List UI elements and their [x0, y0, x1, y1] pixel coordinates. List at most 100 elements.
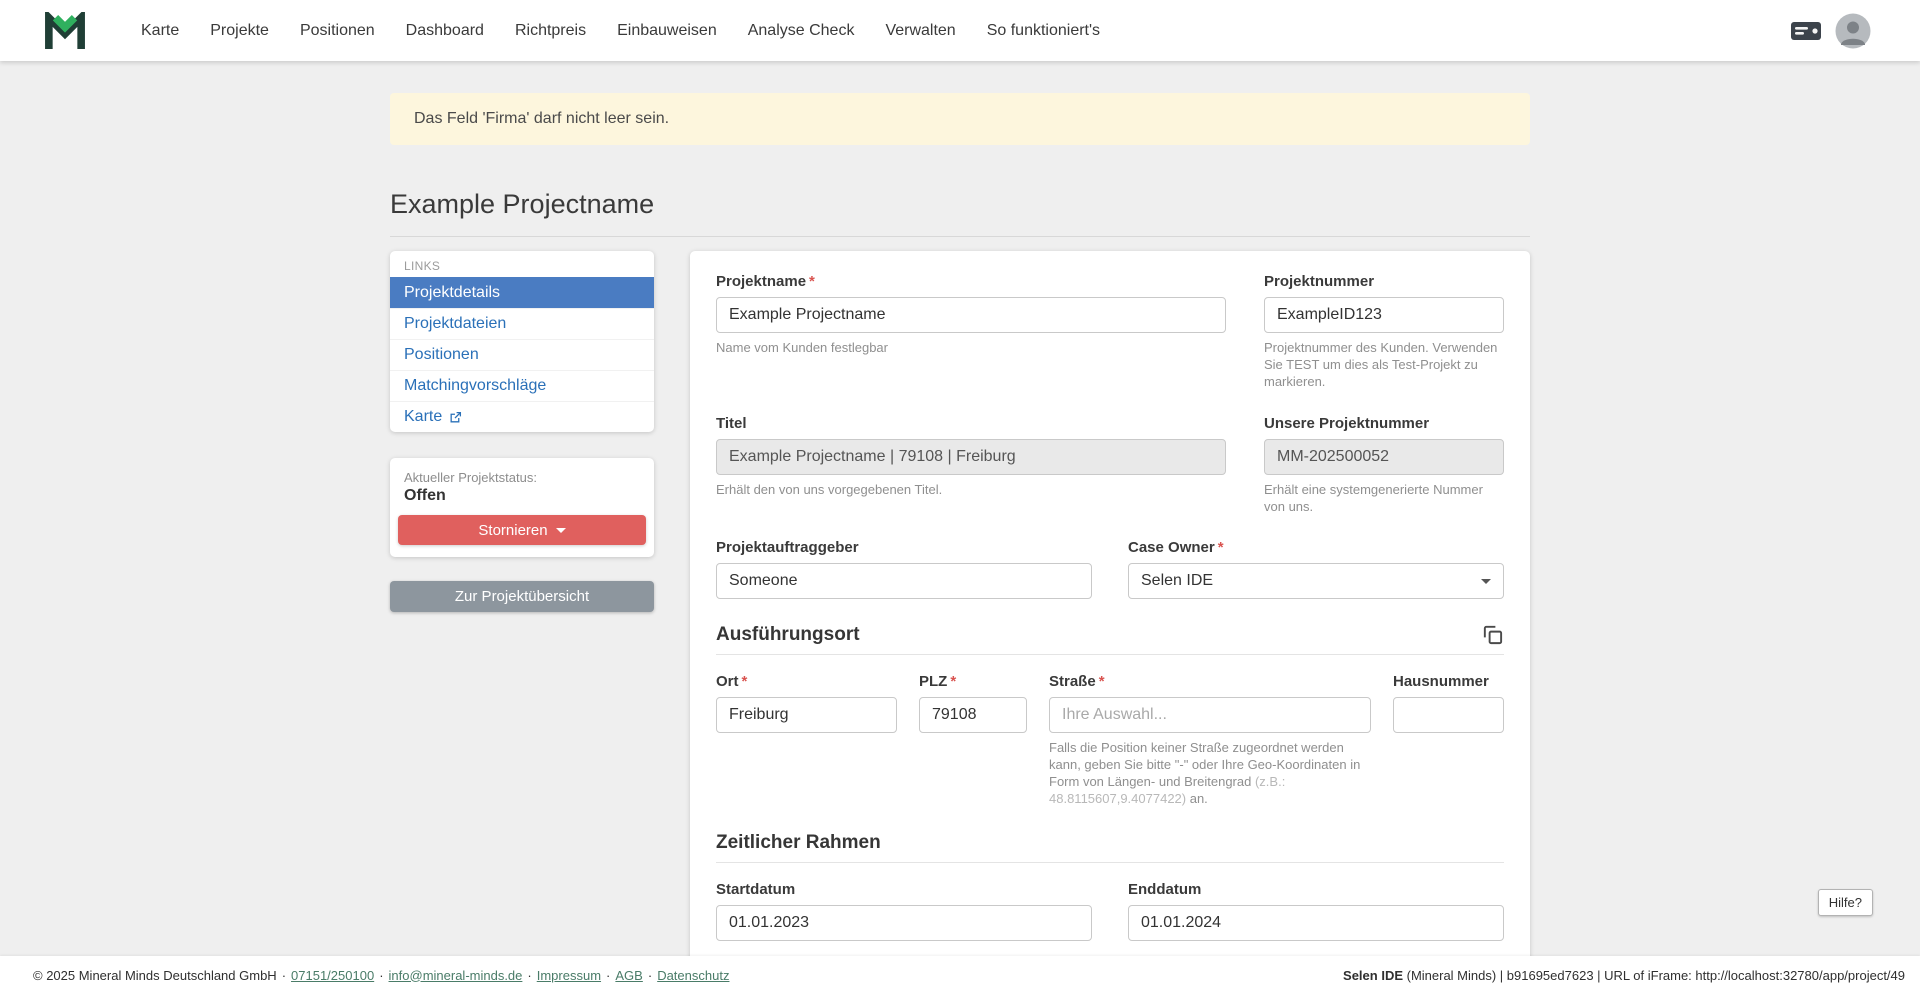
separator: ·: [379, 968, 383, 983]
projektname-field: Projektname* Name vom Kunden festlegbar: [716, 273, 1226, 391]
label-text: PLZ: [919, 673, 947, 690]
chevron-down-icon: [1481, 579, 1491, 584]
nav-item-dashboard[interactable]: Dashboard: [406, 22, 484, 40]
strasse-helper-suffix: an.: [1186, 791, 1208, 806]
ausfuehrungsort-heading: Ausführungsort: [716, 624, 860, 646]
label-text: Hausnummer: [1393, 673, 1489, 690]
required-asterisk: *: [1099, 673, 1105, 690]
form-row-name-number: Projektname* Name vom Kunden festlegbar …: [716, 273, 1504, 391]
projektnummer-helper: Projektnummer des Kunden. Verwenden Sie …: [1264, 340, 1504, 391]
footer: © 2025 Mineral Minds Deutschland GmbH · …: [0, 956, 1920, 994]
nav-item-richtpreis[interactable]: Richtpreis: [515, 22, 586, 40]
nav-item-analyse-check[interactable]: Analyse Check: [748, 22, 855, 40]
navbar-right: [1789, 13, 1871, 49]
projektauftraggeber-input[interactable]: [716, 563, 1092, 599]
project-status-card: Aktueller Projektstatus: Offen Storniere…: [390, 458, 654, 557]
separator: ·: [282, 968, 286, 983]
plz-input[interactable]: [919, 697, 1027, 733]
projektauftraggeber-label: Projektauftraggeber: [716, 539, 1092, 556]
case-owner-select[interactable]: Selen IDE: [1128, 563, 1504, 599]
titel-label: Titel: [716, 415, 1226, 432]
nav-item-so-funktionierts[interactable]: So funktioniert's: [987, 22, 1100, 40]
validation-alert: Das Feld 'Firma' darf nicht leer sein.: [390, 93, 1530, 145]
nav-item-positionen[interactable]: Positionen: [300, 22, 375, 40]
label-text: Projektnummer: [1264, 273, 1374, 290]
project-overview-button[interactable]: Zur Projektübersicht: [390, 581, 654, 612]
strasse-input[interactable]: [1049, 697, 1371, 733]
enddatum-field: Enddatum: [1128, 881, 1504, 941]
stornieren-button[interactable]: Stornieren: [398, 515, 646, 545]
sidebar-item-projektdateien[interactable]: Projektdateien: [390, 308, 654, 339]
projektnummer-input[interactable]: [1264, 297, 1504, 333]
projektname-input[interactable]: [716, 297, 1226, 333]
separator: ·: [648, 968, 652, 983]
footer-datenschutz-link[interactable]: Datenschutz: [657, 968, 729, 983]
main-layout: LINKS Projektdetails Projektdateien Posi…: [390, 251, 1530, 965]
form-row-dates: Startdatum Enddatum: [716, 881, 1504, 941]
label-text: Enddatum: [1128, 881, 1201, 898]
footer-phone-link[interactable]: 07151/250100: [291, 968, 374, 983]
page-title: Example Projectname: [390, 189, 1530, 220]
footer-impressum-link[interactable]: Impressum: [537, 968, 601, 983]
server-icon[interactable]: [1789, 14, 1823, 48]
ort-label: Ort*: [716, 673, 897, 690]
separator: ·: [606, 968, 610, 983]
nav-item-projekte[interactable]: Projekte: [210, 22, 269, 40]
status-value: Offen: [398, 485, 646, 505]
help-button[interactable]: Hilfe?: [1818, 889, 1873, 916]
main-nav: Karte Projekte Positionen Dashboard Rich…: [141, 22, 1100, 40]
user-avatar[interactable]: [1835, 13, 1871, 49]
nav-item-einbauweisen[interactable]: Einbauweisen: [617, 22, 717, 40]
label-text: Titel: [716, 415, 747, 432]
project-details-form: Projektname* Name vom Kunden festlegbar …: [690, 251, 1530, 965]
ort-input[interactable]: [716, 697, 897, 733]
sidebar-item-projektdetails[interactable]: Projektdetails: [390, 277, 654, 308]
ort-field: Ort*: [716, 673, 897, 808]
startdatum-input[interactable]: [716, 905, 1092, 941]
nav-item-verwalten[interactable]: Verwalten: [885, 22, 955, 40]
enddatum-input[interactable]: [1128, 905, 1504, 941]
label-text: Ort: [716, 673, 739, 690]
startdatum-field: Startdatum: [716, 881, 1092, 941]
projektnummer-field: Projektnummer Projektnummer des Kunden. …: [1264, 273, 1504, 391]
required-asterisk: *: [1218, 539, 1224, 556]
hausnummer-input[interactable]: [1393, 697, 1504, 733]
sidebar: LINKS Projektdetails Projektdateien Posi…: [390, 251, 654, 612]
unsere-projektnummer-input: [1264, 439, 1504, 475]
form-row-address: Ort* PLZ* Straße* Falls die Position kei…: [716, 673, 1504, 808]
links-header: LINKS: [390, 251, 654, 277]
startdatum-label: Startdatum: [716, 881, 1092, 898]
case-owner-value: Selen IDE: [1141, 572, 1213, 590]
status-label: Aktueller Projektstatus:: [398, 470, 646, 485]
session-user: Selen IDE: [1343, 968, 1403, 983]
required-asterisk: *: [809, 273, 815, 290]
copy-icon[interactable]: [1481, 623, 1504, 646]
strasse-helper: Falls die Position keiner Straße zugeord…: [1049, 740, 1371, 808]
unsere-projektnummer-label: Unsere Projektnummer: [1264, 415, 1504, 432]
footer-session-info: Selen IDE (Mineral Minds) | b91695ed7623…: [1343, 968, 1905, 983]
footer-agb-link[interactable]: AGB: [615, 968, 642, 983]
ausfuehrungsort-section-header: Ausführungsort: [716, 623, 1504, 655]
label-text: Case Owner: [1128, 539, 1215, 556]
unsere-projektnummer-helper: Erhält eine systemgenerierte Nummer von …: [1264, 482, 1504, 516]
strasse-field: Straße* Falls die Position keiner Straße…: [1049, 673, 1371, 808]
plz-label: PLZ*: [919, 673, 1027, 690]
sidebar-item-label: Karte: [404, 408, 442, 426]
session-details: (Mineral Minds) | b91695ed7623 | URL of …: [1403, 968, 1905, 983]
zeitlicher-rahmen-heading: Zeitlicher Rahmen: [716, 832, 881, 854]
nav-item-karte[interactable]: Karte: [141, 22, 179, 40]
logo-icon: [44, 12, 86, 50]
unsere-projektnummer-field: Unsere Projektnummer Erhält eine systemg…: [1264, 415, 1504, 516]
sidebar-item-positionen[interactable]: Positionen: [390, 339, 654, 370]
titel-input: [716, 439, 1226, 475]
titel-field: Titel Erhält den von uns vorgegebenen Ti…: [716, 415, 1226, 516]
strasse-label: Straße*: [1049, 673, 1371, 690]
stornieren-label: Stornieren: [478, 522, 547, 539]
plz-field: PLZ*: [919, 673, 1027, 808]
chevron-down-icon: [556, 528, 566, 533]
projektname-label: Projektname*: [716, 273, 1226, 290]
sidebar-item-matchingvorschlaege[interactable]: Matchingvorschläge: [390, 370, 654, 401]
sidebar-item-karte[interactable]: Karte: [390, 401, 654, 432]
footer-email-link[interactable]: info@mineral-minds.de: [389, 968, 523, 983]
mineral-minds-logo[interactable]: [44, 12, 86, 50]
